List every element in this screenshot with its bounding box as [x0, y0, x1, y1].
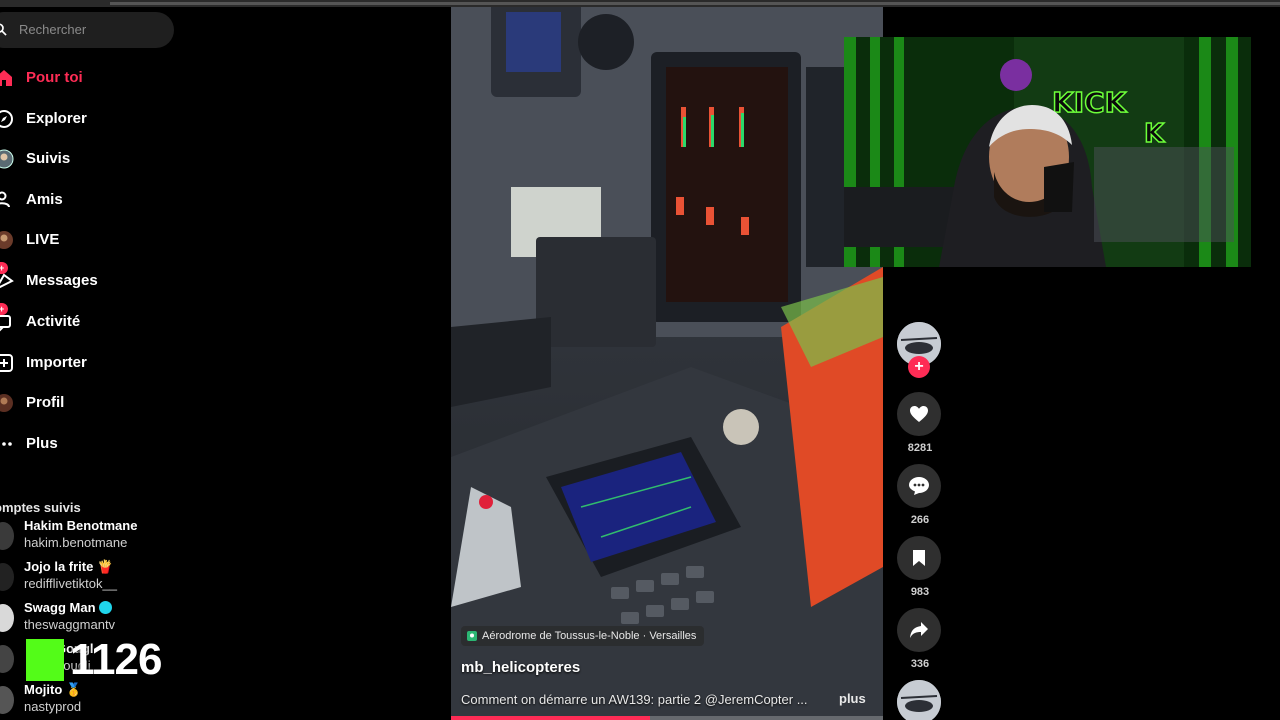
- video-description: Comment on démarre un AW139: partie 2 @J…: [461, 692, 808, 707]
- nav-label: Messages: [26, 272, 98, 289]
- followed-account[interactable]: Hakim Benotmane hakim.benotmane: [0, 518, 192, 556]
- followed-account[interactable]: Swagg Man theswaggmantv: [0, 600, 192, 638]
- nav-label: Activité: [26, 313, 81, 330]
- video-progress-bar[interactable]: [451, 716, 883, 720]
- avatar: [0, 686, 14, 714]
- scrollbar-thumb[interactable]: [110, 2, 1280, 5]
- progress-fill: [451, 716, 650, 720]
- like-count: 8281: [907, 442, 933, 454]
- save-button[interactable]: [897, 536, 941, 580]
- kick-sign-text: KICK: [1052, 86, 1128, 119]
- messages-icon: [0, 273, 14, 289]
- helicopter-avatar-icon: [897, 680, 941, 720]
- video-author[interactable]: mb_helicopteres: [461, 659, 580, 676]
- nav-label: Suivis: [26, 150, 71, 167]
- account-name: Jojo la frite 🍟: [24, 559, 114, 574]
- location-tag[interactable]: Aérodrome de Toussus-le-Noble · Versaill…: [461, 626, 705, 646]
- avatar: [0, 604, 14, 632]
- followed-account[interactable]: Jojo la frite 🍟 redifflivetiktok__: [0, 559, 192, 597]
- nav-label: Importer: [26, 354, 87, 371]
- home-icon: [0, 70, 12, 86]
- location-pin-icon: [467, 631, 477, 641]
- activity-icon: [0, 315, 11, 332]
- heart-icon: [910, 406, 928, 422]
- search-input[interactable]: Rechercher: [0, 12, 174, 48]
- comment-icon: [909, 477, 929, 495]
- account-name: Swagg Man: [24, 600, 112, 615]
- avatar: [0, 522, 14, 550]
- bookmark-icon: [913, 550, 925, 566]
- verified-badge-icon: [98, 601, 112, 614]
- upload-icon: [0, 354, 13, 372]
- followed-account[interactable]: Mojito 🥇 nastyprod: [0, 682, 192, 720]
- streamer-webcam: KICK K: [844, 37, 1251, 267]
- more-button[interactable]: plus: [839, 691, 866, 706]
- share-count: 336: [910, 658, 930, 670]
- nav-label: Explorer: [26, 110, 87, 127]
- follow-plus-icon[interactable]: +: [908, 356, 930, 378]
- account-handle: theswaggmantv: [24, 617, 116, 632]
- following-accounts-title: omptes suivis: [0, 500, 81, 515]
- compass-icon: [0, 110, 13, 128]
- avatar: [0, 563, 14, 591]
- comment-button[interactable]: [897, 464, 941, 508]
- more-icon: [2, 442, 12, 446]
- account-handle: redifflivetiktok__: [24, 576, 117, 591]
- nav-label: Plus: [26, 435, 58, 452]
- cockpit-video-frame: [451, 7, 883, 720]
- friends-icon: [0, 191, 10, 208]
- account-handle: hakim.benotmane: [24, 535, 128, 550]
- viewer-count: 1126: [70, 635, 162, 684]
- account-name-text: Swagg Man: [24, 600, 96, 615]
- live-avatar-icon: [0, 231, 13, 249]
- video-player[interactable]: Aérodrome de Toussus-le-Noble · Versaill…: [451, 7, 883, 720]
- kick-logo: [26, 639, 64, 681]
- account-handle: nastyprod: [24, 699, 82, 714]
- following-avatar-icon: [0, 149, 14, 169]
- webcam-scene: KICK K: [844, 37, 1251, 267]
- location-text: Aérodrome de Toussus-le-Noble · Versaill…: [482, 630, 697, 642]
- nav-label: Amis: [26, 191, 63, 208]
- share-button[interactable]: [897, 608, 941, 652]
- search-placeholder: Rechercher: [19, 22, 87, 37]
- save-count: 983: [910, 586, 930, 598]
- nav-label: Pour toi: [26, 69, 83, 86]
- stream-viewer-overlay: 1126: [26, 635, 162, 684]
- search-icon: [0, 23, 7, 36]
- kick-sign-text-2: K: [1144, 119, 1165, 149]
- avatar: [0, 645, 14, 673]
- profile-avatar-icon: [0, 394, 13, 412]
- browser-scrollbar[interactable]: [0, 0, 1280, 7]
- comment-count: 266: [910, 514, 930, 526]
- nav-label: Profil: [26, 394, 65, 411]
- sound-disc[interactable]: [897, 680, 941, 720]
- share-icon: [910, 622, 928, 638]
- account-name: Hakim Benotmane: [24, 518, 138, 533]
- like-button[interactable]: [897, 392, 941, 436]
- sidebar: Rechercher Pour toi Explorer Suivis Amis…: [0, 7, 450, 720]
- nav-label: LIVE: [26, 231, 60, 248]
